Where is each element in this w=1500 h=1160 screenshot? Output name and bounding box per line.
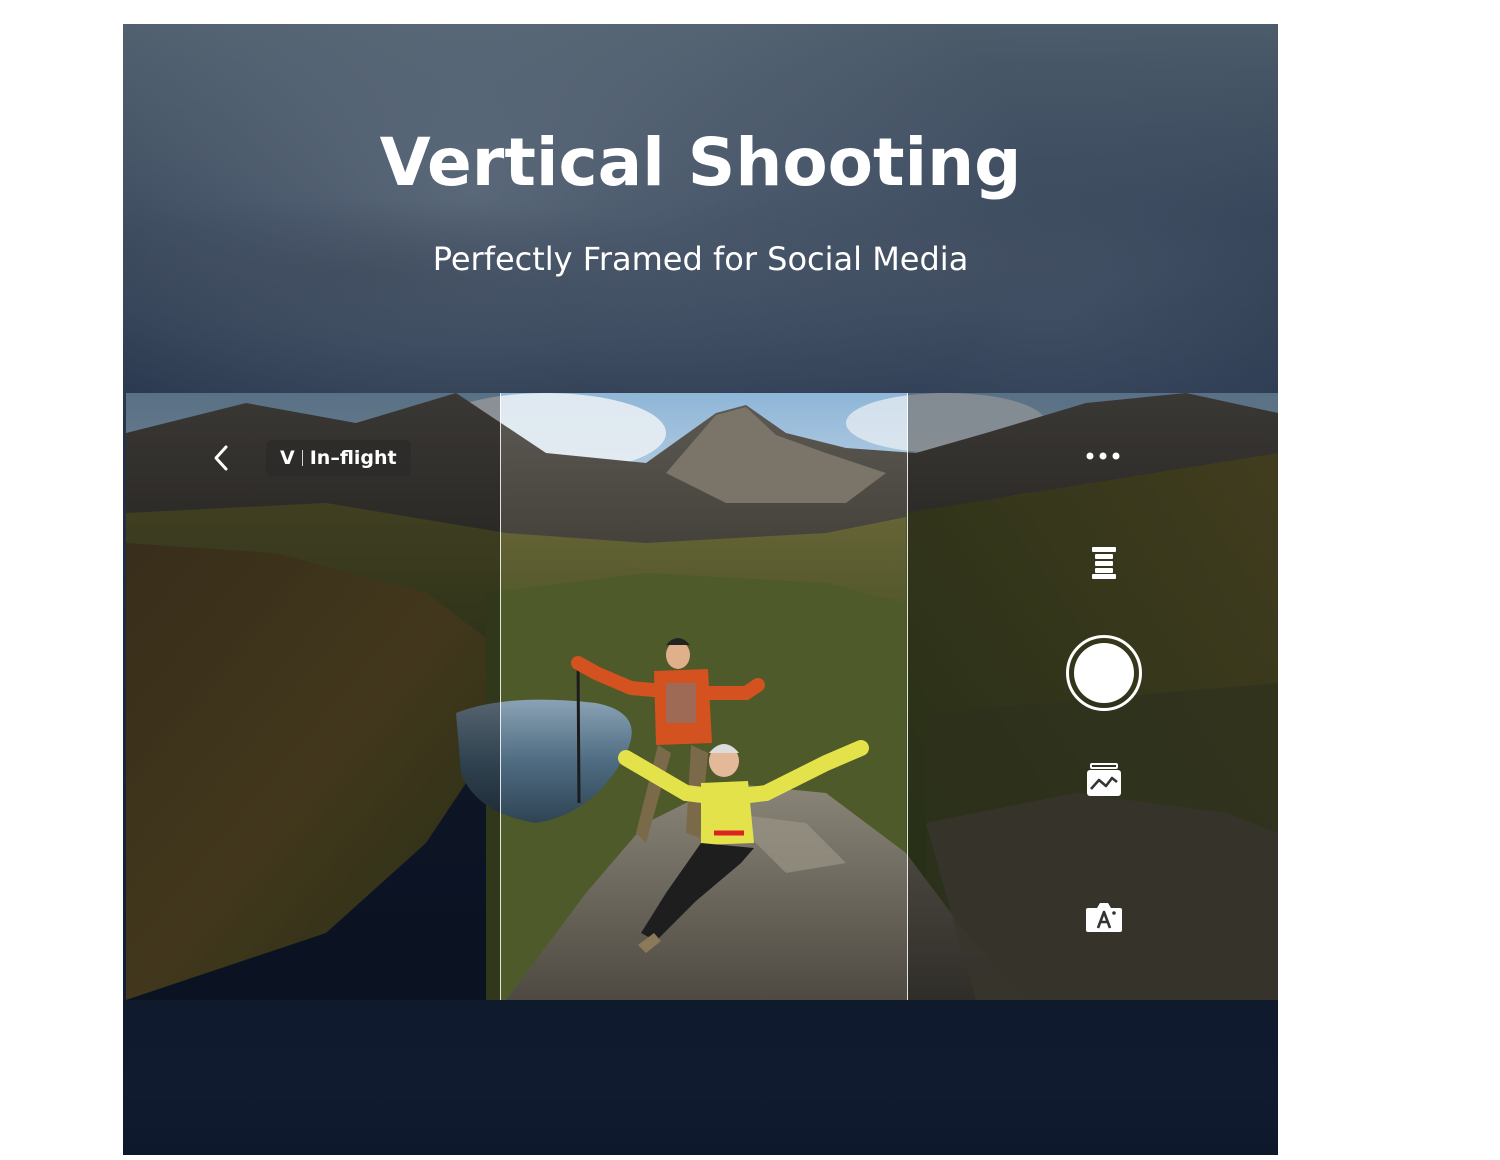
lens-icon (1092, 547, 1116, 579)
left-dim-overlay (126, 393, 500, 1000)
mode-separator (301, 450, 303, 466)
flight-mode-chip[interactable]: V In–flight (266, 440, 411, 476)
bottom-band (123, 1000, 1278, 1155)
lens-button[interactable] (1086, 543, 1122, 583)
gallery-button[interactable] (1084, 761, 1124, 799)
auto-mode-button[interactable] (1083, 899, 1125, 935)
page-title: Vertical Shooting (379, 124, 1022, 201)
back-button[interactable] (204, 441, 238, 475)
shutter-icon (1074, 643, 1134, 703)
promo-poster: Vertical Shooting Perfectly Framed for S… (123, 24, 1278, 1155)
more-button[interactable] (1081, 441, 1125, 471)
page-subtitle: Perfectly Framed for Social Media (432, 240, 969, 278)
more-dots-icon (1086, 452, 1120, 460)
mode-prefix: V (280, 447, 295, 469)
camera-viewfinder: V In–flight (126, 393, 1278, 1000)
auto-camera-icon (1086, 903, 1122, 932)
chevron-left-icon (214, 445, 228, 471)
mode-label: In–flight (309, 447, 397, 469)
vertical-frame-guide (500, 393, 908, 1000)
shutter-button[interactable] (1066, 635, 1142, 711)
gallery-icon (1087, 763, 1121, 796)
